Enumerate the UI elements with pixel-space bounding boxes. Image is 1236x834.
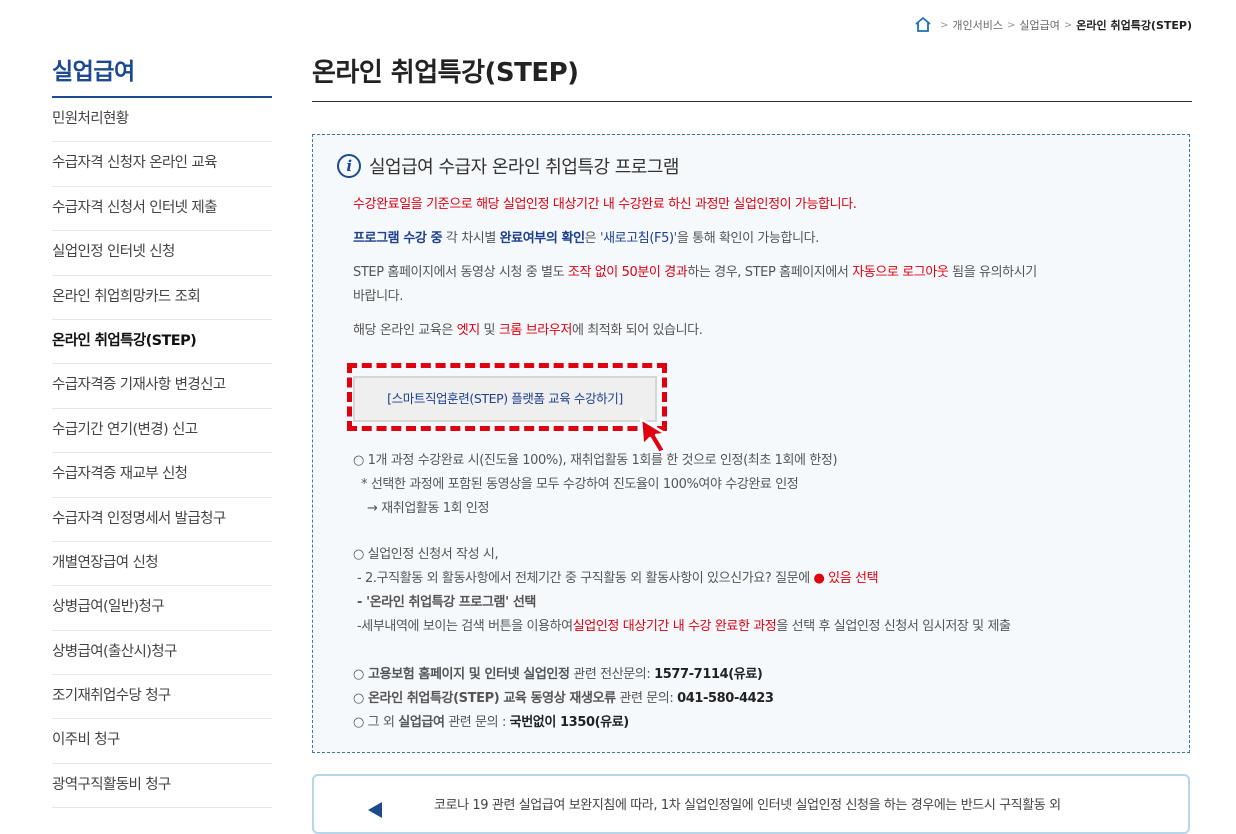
sidebar-item[interactable]: 수급자격증 기재사항 변경신고	[52, 364, 272, 409]
text-span: '을 통해 확인이 가능합니다.	[673, 231, 820, 246]
application-info: ○ 실업인정 신청서 작성 시, - 2.구직활동 외 활동사항에서 전체기간 …	[353, 543, 1011, 639]
sidebar-item[interactable]: 실업인정 인터넷 신청	[52, 231, 272, 276]
text-span: 바랍니다.	[353, 289, 403, 304]
main-content: 온라인 취업특강(STEP)	[312, 48, 1192, 102]
text-span: 관련 문의:	[615, 691, 678, 706]
breadcrumb: > 개인서비스 > 실업급여 > 온라인 취업특강(STEP)	[914, 14, 1192, 36]
page-title: 온라인 취업특강(STEP)	[312, 48, 1192, 102]
text-span: 자동으로 로그아웃	[852, 265, 949, 280]
sidebar-item[interactable]: 수급자격 신청자 온라인 교육	[52, 142, 272, 187]
notice-line-1: 수강완료일을 기준으로 해당 실업인정 대상기간 내 수강완료 하신 과정만 실…	[353, 197, 857, 212]
info-box-title: i 실업급여 수급자 온라인 취업특강 프로그램	[337, 153, 679, 179]
text-span: 에 최적화 되어 있습니다.	[571, 323, 703, 338]
text-span: 엣지	[456, 323, 481, 338]
chevron-right-icon: >	[940, 19, 949, 31]
chevron-right-icon: >	[1063, 19, 1073, 31]
text-span: 1577-7114(유료)	[654, 667, 763, 682]
text-span: 크롬 브라우저	[498, 323, 572, 338]
text-span: 프로그램 수강 중	[353, 231, 443, 246]
text-span: 있음 선택	[824, 571, 879, 586]
megaphone-icon	[368, 802, 382, 818]
sidebar-item[interactable]: 조기재취업수당 청구	[52, 675, 272, 720]
text-span: 실업급여	[398, 715, 445, 730]
sidebar-menu: 민원처리현황 수급자격 신청자 온라인 교육 수급자격 신청서 인터넷 제출 실…	[52, 98, 272, 809]
list-item: ○ 온라인 취업특강(STEP) 교육 동영상 재생오류 관련 문의: 041-…	[353, 687, 774, 711]
sidebar-item[interactable]: 온라인 취업희망카드 조회	[52, 276, 272, 320]
text-span: 해당 온라인 교육은	[353, 323, 457, 338]
red-dot-icon: ●	[813, 571, 825, 586]
sidebar-item[interactable]: 수급자격 인정명세서 발급청구	[52, 498, 272, 542]
notice-line-3: STEP 홈페이지에서 동영상 시청 중 별도 조작 없이 50분이 경과하는 …	[353, 261, 1143, 309]
text-span: 041-580-4423	[677, 691, 774, 706]
list-item: ○ 고용보험 홈페이지 및 인터넷 실업인정 관련 전산문의: 1577-711…	[353, 663, 774, 687]
notice-line-2: 프로그램 수강 중 각 차시별 완료여부의 확인은 '새로고침(F5)'을 통해…	[353, 227, 1143, 251]
sidebar-item-active[interactable]: 온라인 취업특강(STEP)	[52, 320, 272, 365]
sidebar-title: 실업급여	[52, 52, 272, 98]
step-course-button[interactable]: [스마트직업훈련(STEP) 플랫폼 교육 수강하기]	[353, 376, 657, 422]
sidebar-item[interactable]: 이주비 청구	[52, 719, 272, 764]
list-item: ○ 그 외 실업급여 관련 문의 : 국번없이 1350(유료)	[353, 711, 774, 735]
breadcrumb-current: 온라인 취업특강(STEP)	[1076, 19, 1192, 32]
text-span: ○ 고용보험 홈페이지 및 인터넷 실업인정	[353, 667, 570, 682]
list-item: ○ 실업인정 신청서 작성 시,	[353, 547, 499, 562]
text-span: STEP 홈페이지에서 동영상 시청 중 별도	[353, 265, 568, 280]
completion-info: ○ 1개 과정 수강완료 시(진도율 100%), 재취업활동 1회를 한 것으…	[353, 449, 838, 521]
sidebar-item[interactable]: 민원처리현황	[52, 98, 272, 143]
covid-notice-box: 코로나 19 관련 실업급여 보완지침에 따라, 1차 실업인정일에 인터넷 실…	[312, 774, 1190, 834]
sidebar-item[interactable]: 수급자격 신청서 인터넷 제출	[52, 187, 272, 232]
text-span: 을 선택 후 실업인정 신청서 임시저장 및 제출	[776, 619, 1011, 634]
info-icon: i	[337, 154, 361, 178]
list-item: * 선택한 과정에 포함된 동영상을 모두 수강하여 진도율이 100%여야 수…	[361, 477, 799, 492]
text-span: 은 '	[584, 231, 604, 246]
sidebar-item[interactable]: 개별연장급여 신청	[52, 542, 272, 587]
text-span: 관련 문의 :	[444, 715, 510, 730]
info-title-text: 실업급여 수급자 온라인 취업특강 프로그램	[369, 157, 679, 178]
sidebar-item[interactable]: 광역구직활동비 청구	[52, 764, 272, 809]
text-span: 각 차시별	[442, 231, 500, 246]
text-span: 새로고침(F5)	[603, 231, 674, 246]
info-box: i 실업급여 수급자 온라인 취업특강 프로그램 수강완료일을 기준으로 해당 …	[312, 134, 1190, 753]
sidebar: 실업급여 민원처리현황 수급자격 신청자 온라인 교육 수급자격 신청서 인터넷…	[52, 52, 272, 809]
sidebar-item[interactable]: 수급기간 연기(변경) 신고	[52, 409, 272, 454]
home-icon[interactable]	[914, 16, 932, 35]
text-span: ○ 그 외	[353, 715, 399, 730]
breadcrumb-item[interactable]: 실업급여	[1019, 17, 1059, 33]
text-span: - 2.구직활동 외 활동사항에서 전체기간 중 구직활동 외 활동사항이 있으…	[357, 571, 814, 586]
list-item: ○ 1개 과정 수강완료 시(진도율 100%), 재취업활동 1회를 한 것으…	[353, 453, 838, 468]
text-span: 및	[479, 323, 499, 338]
covid-notice-text: 코로나 19 관련 실업급여 보완지침에 따라, 1차 실업인정일에 인터넷 실…	[434, 798, 1061, 813]
text-span: 완료여부의 확인	[499, 231, 585, 246]
text-span: 하는 경우, STEP 홈페이지에서	[687, 265, 853, 280]
chevron-right-icon: >	[1007, 19, 1016, 31]
text-span: -세부내역에 보이는 검색 버튼을 이용하여	[357, 619, 573, 634]
notice-line-4: 해당 온라인 교육은 엣지 및 크롬 브라우저에 최적화 되어 있습니다.	[353, 319, 1143, 343]
text-span: 됨을 유의하시기	[948, 265, 1037, 280]
text-span: 관련 전산문의:	[569, 667, 655, 682]
contact-info: ○ 고용보험 홈페이지 및 인터넷 실업인정 관련 전산문의: 1577-711…	[353, 663, 774, 735]
text-span: ○ 온라인 취업특강(STEP) 교육 동영상 재생오류	[353, 691, 616, 706]
text-span: 국번없이 1350(유료)	[509, 715, 630, 730]
breadcrumb-item[interactable]: 개인서비스	[952, 17, 1003, 33]
sidebar-item[interactable]: 상병급여(출산시)청구	[52, 631, 272, 676]
text-span: 실업인정 대상기간 내 수강 완료한 과정	[572, 619, 777, 634]
list-item: - '온라인 취업특강 프로그램' 선택	[357, 595, 536, 610]
list-item: - 2.구직활동 외 활동사항에서 전체기간 중 구직활동 외 활동사항이 있으…	[353, 567, 1011, 591]
list-item: → 재취업활동 1회 인정	[367, 501, 490, 516]
text-span: 조작 없이 50분이 경과	[567, 265, 688, 280]
sidebar-item[interactable]: 수급자격증 재교부 신청	[52, 453, 272, 498]
sidebar-item[interactable]: 상병급여(일반)청구	[52, 586, 272, 631]
list-item: -세부내역에 보이는 검색 버튼을 이용하여실업인정 대상기간 내 수강 완료한…	[353, 615, 1011, 639]
